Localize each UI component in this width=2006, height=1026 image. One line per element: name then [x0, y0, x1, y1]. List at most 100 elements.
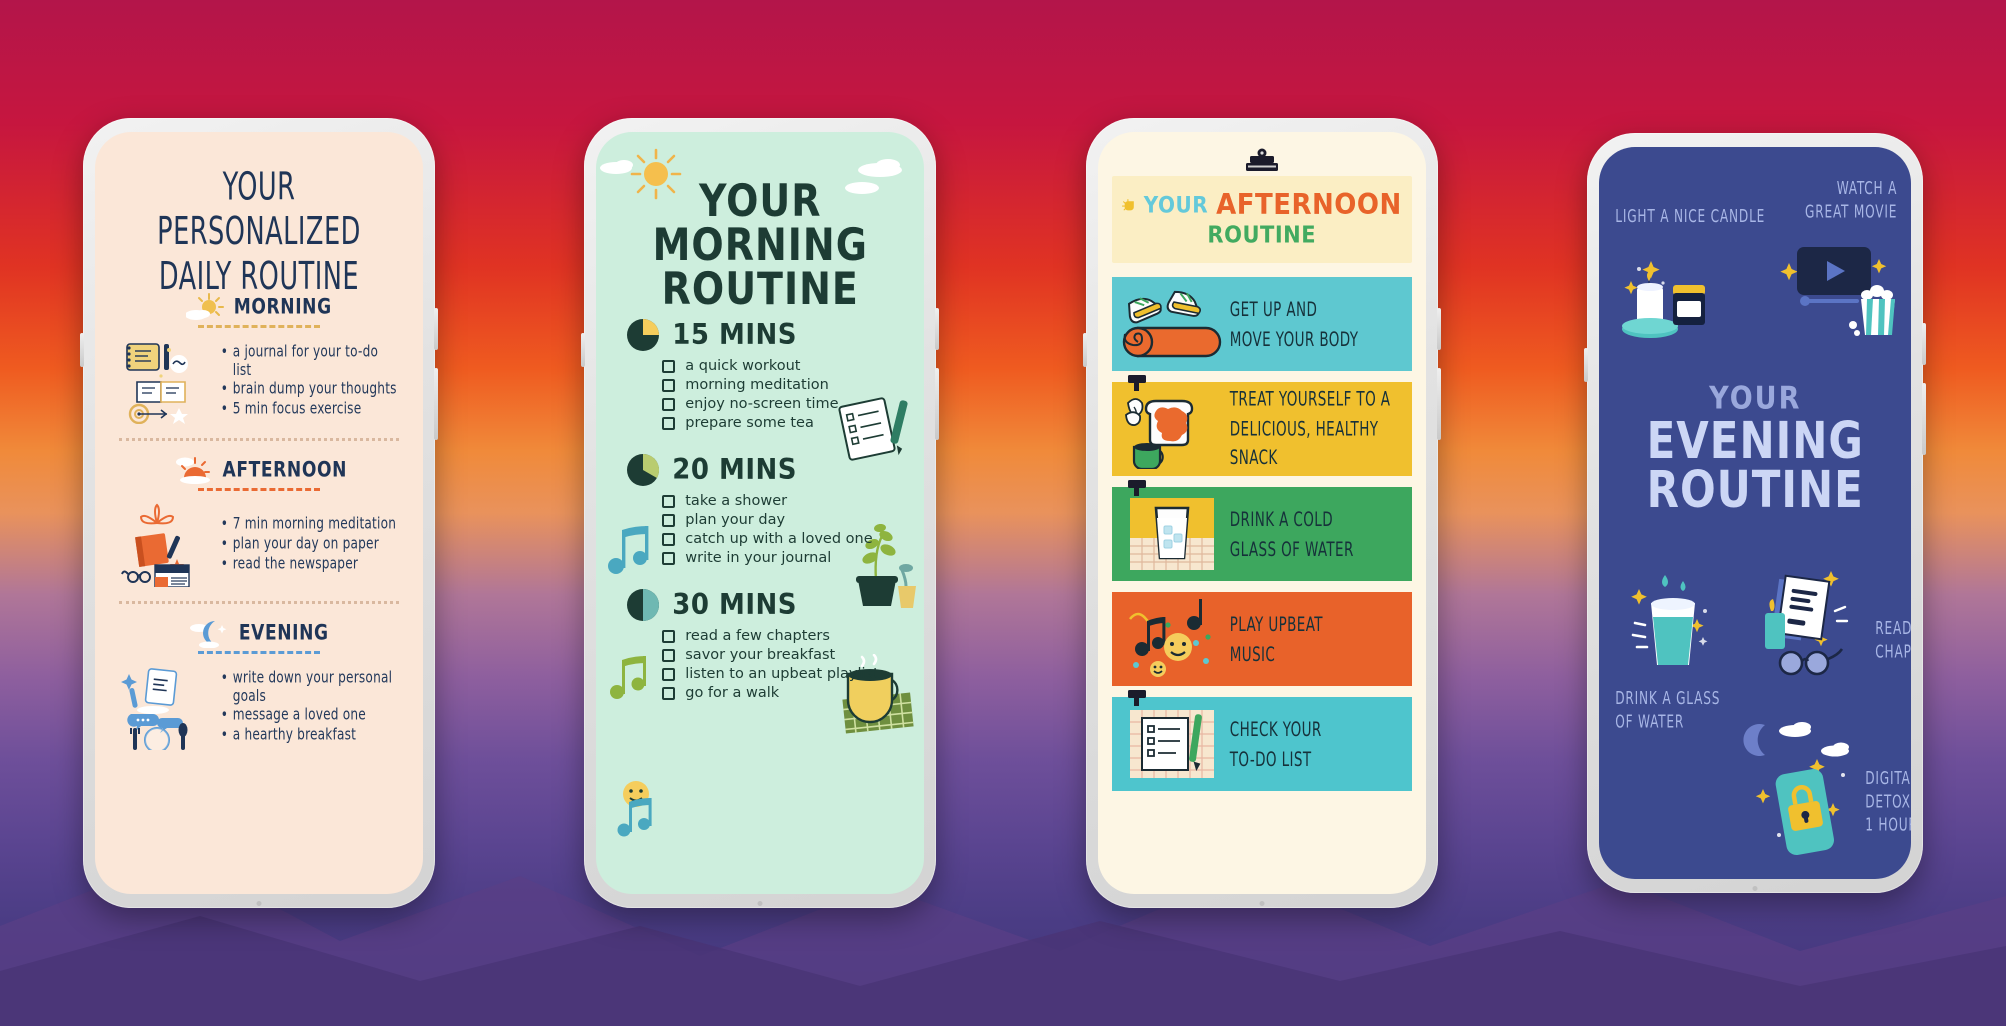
- pie-chart-quarter-icon: [627, 319, 660, 351]
- volume-down-button[interactable]: [433, 368, 438, 440]
- afternoon-card-healthy-snack[interactable]: TREAT YOURSELF TO A DELICIOUS, HEALTHY S…: [1111, 375, 1412, 476]
- screen-morning-routine: YOUR MORNING ROUTINE 15 MINS a quick wor…: [596, 132, 925, 894]
- time-block-30-tasks: read a few chapters savor your breakfast…: [614, 628, 906, 701]
- checkbox-icon[interactable]: [662, 513, 676, 527]
- volume-down-button[interactable]: [1922, 383, 1927, 455]
- time-block-15-tasks: a quick workout morning meditation enjoy…: [614, 358, 906, 431]
- notepad-chat-plate-icon: [120, 668, 188, 751]
- checklist-item[interactable]: listen to an upbeat playlist: [662, 666, 906, 682]
- section-afternoon-list: 7 min morning meditation plan your day o…: [219, 512, 396, 576]
- section-afternoon-body: 7 min morning meditation plan your day o…: [117, 501, 401, 588]
- checklist-item[interactable]: take a shower: [662, 493, 906, 509]
- label-line-2: OF WATER: [1615, 711, 1685, 733]
- card-line-1: TREAT YOURSELF TO A: [1229, 387, 1391, 412]
- evening-label-detox: DIGITAL DETOX 1 HOUR: [1865, 767, 1911, 838]
- time-block-30-duration: 30 MINS: [672, 588, 798, 622]
- checklist-item[interactable]: write in your journal: [662, 550, 906, 566]
- checklist-item[interactable]: enjoy no-screen time: [662, 396, 906, 412]
- card-line-1: DRINK A COLD: [1229, 507, 1333, 531]
- checklist-item[interactable]: go for a walk: [662, 685, 906, 701]
- list-item: plan your day on paper: [219, 535, 396, 554]
- checkbox-icon[interactable]: [662, 629, 676, 643]
- time-block-20-tasks: take a shower plan your day catch up wit…: [614, 493, 906, 566]
- title-line-3: ROUTINE: [661, 263, 859, 315]
- power-button[interactable]: [1584, 348, 1589, 382]
- power-button[interactable]: [79, 333, 84, 367]
- afternoon-card-check-todo[interactable]: CHECK YOUR TO-DO LIST: [1111, 690, 1412, 791]
- screen-afternoon-routine: YOUR AFTERNOON ROUTINE GET UP AND MOVE Y…: [1097, 132, 1426, 894]
- section-evening-body: write down your personal goals message a…: [117, 664, 401, 751]
- section-morning-divider: [197, 325, 320, 329]
- section-afternoon: AFTERNOON • 7 min morning meditation • p…: [115, 455, 403, 588]
- label-line-2: CHAPTER: [1875, 641, 1912, 663]
- checkbox-icon[interactable]: [662, 494, 676, 508]
- pie-chart-half-icon: [627, 589, 660, 621]
- volume-up-button[interactable]: [935, 308, 940, 350]
- checklist-item[interactable]: savor your breakfast: [662, 647, 906, 663]
- checkbox-icon[interactable]: [662, 378, 676, 392]
- video-popcorn-icon: [1780, 247, 1896, 336]
- volume-up-button[interactable]: [1436, 308, 1441, 350]
- checklist-label: listen to an upbeat playlist: [685, 666, 879, 682]
- volume-down-button[interactable]: [1436, 368, 1441, 440]
- toast-apple-coffee-icon: [1124, 398, 1193, 469]
- checkbox-icon[interactable]: [662, 686, 676, 700]
- checkbox-icon[interactable]: [662, 359, 676, 373]
- afternoon-word-label: AFTERNOON: [1216, 188, 1402, 222]
- checklist-label: prepare some tea: [685, 415, 814, 431]
- page-title: YOUR EVENING ROUTINE: [1599, 381, 1911, 518]
- time-block-15: 15 MINS a quick workout morning meditati…: [614, 318, 906, 431]
- checklist-item[interactable]: catch up with a loved one: [662, 531, 906, 547]
- paper-clip-icon: [1127, 690, 1146, 706]
- label-line-1: DIGITAL DETOX: [1865, 768, 1911, 813]
- volume-down-button[interactable]: [935, 368, 940, 440]
- checklist-item[interactable]: plan your day: [662, 512, 906, 528]
- label-line-1: DRINK A GLASS: [1615, 688, 1721, 710]
- checklist-item[interactable]: prepare some tea: [662, 415, 906, 431]
- checkbox-icon[interactable]: [662, 397, 676, 411]
- section-morning-title: MORNING: [233, 295, 332, 320]
- card-line-1: CHECK YOUR: [1229, 717, 1322, 741]
- list-item: 7 min morning meditation: [219, 515, 396, 534]
- volume-up-button[interactable]: [433, 308, 438, 350]
- checkbox-icon[interactable]: [662, 551, 676, 565]
- label-line-2: 1 HOUR: [1865, 815, 1911, 837]
- checkbox-icon[interactable]: [662, 532, 676, 546]
- phone-mockup-evening-routine: LIGHT A NICE CANDLE WATCH A GREAT MOVIE …: [1584, 133, 1927, 893]
- checklist-label: enjoy no-screen time: [685, 396, 839, 412]
- afternoon-header-line1: YOUR AFTERNOON: [1121, 188, 1402, 222]
- screen-evening-routine: LIGHT A NICE CANDLE WATCH A GREAT MOVIE …: [1599, 147, 1912, 879]
- afternoon-card-play-music[interactable]: PLAY UPBEAT MUSIC: [1111, 592, 1412, 686]
- title-line-2: ROUTINE: [1646, 460, 1864, 520]
- half-sun-icon: [1121, 199, 1134, 211]
- volume-up-button[interactable]: [1922, 323, 1927, 365]
- card-line-2: GLASS OF WATER: [1229, 536, 1354, 560]
- time-block-20-header: 20 MINS: [614, 453, 906, 487]
- list-item: 5 min focus exercise: [219, 400, 401, 419]
- power-button[interactable]: [1082, 333, 1087, 367]
- checkbox-icon[interactable]: [662, 648, 676, 662]
- lotus-book-newspaper-icon: [120, 503, 190, 588]
- section-evening-divider: [197, 651, 320, 655]
- evening-label-candle: LIGHT A NICE CANDLE: [1615, 206, 1766, 228]
- checklist-item[interactable]: a quick workout: [662, 358, 906, 374]
- section-afternoon-divider: [197, 488, 320, 492]
- checklist-item[interactable]: read a few chapters: [662, 628, 906, 644]
- sneakers-yoga-mat-icon: [1122, 290, 1221, 358]
- home-indicator: [1752, 886, 1758, 891]
- list-item: write down your personal goals: [219, 669, 401, 706]
- time-block-30: 30 MINS read a few chapters savor your b…: [614, 588, 906, 701]
- label-line-2: GREAT MOVIE: [1805, 201, 1898, 223]
- checklist-item[interactable]: morning meditation: [662, 377, 906, 393]
- card-line-2: DELICIOUS, HEALTHY SNACK: [1229, 416, 1379, 470]
- checkbox-icon[interactable]: [662, 667, 676, 681]
- power-button[interactable]: [581, 333, 586, 367]
- afternoon-card-move-body[interactable]: GET UP AND MOVE YOUR BODY: [1111, 277, 1412, 371]
- afternoon-card-drink-water[interactable]: DRINK A COLD GLASS OF WATER: [1111, 480, 1412, 581]
- section-evening-title: EVENING: [238, 621, 329, 646]
- checkbox-icon[interactable]: [662, 416, 676, 430]
- journal-pen-target-icon: [125, 343, 188, 425]
- checklist-label: morning meditation: [685, 377, 829, 393]
- card-line-1: GET UP AND: [1229, 297, 1318, 321]
- list-item: a journal for your to-do list: [219, 343, 401, 380]
